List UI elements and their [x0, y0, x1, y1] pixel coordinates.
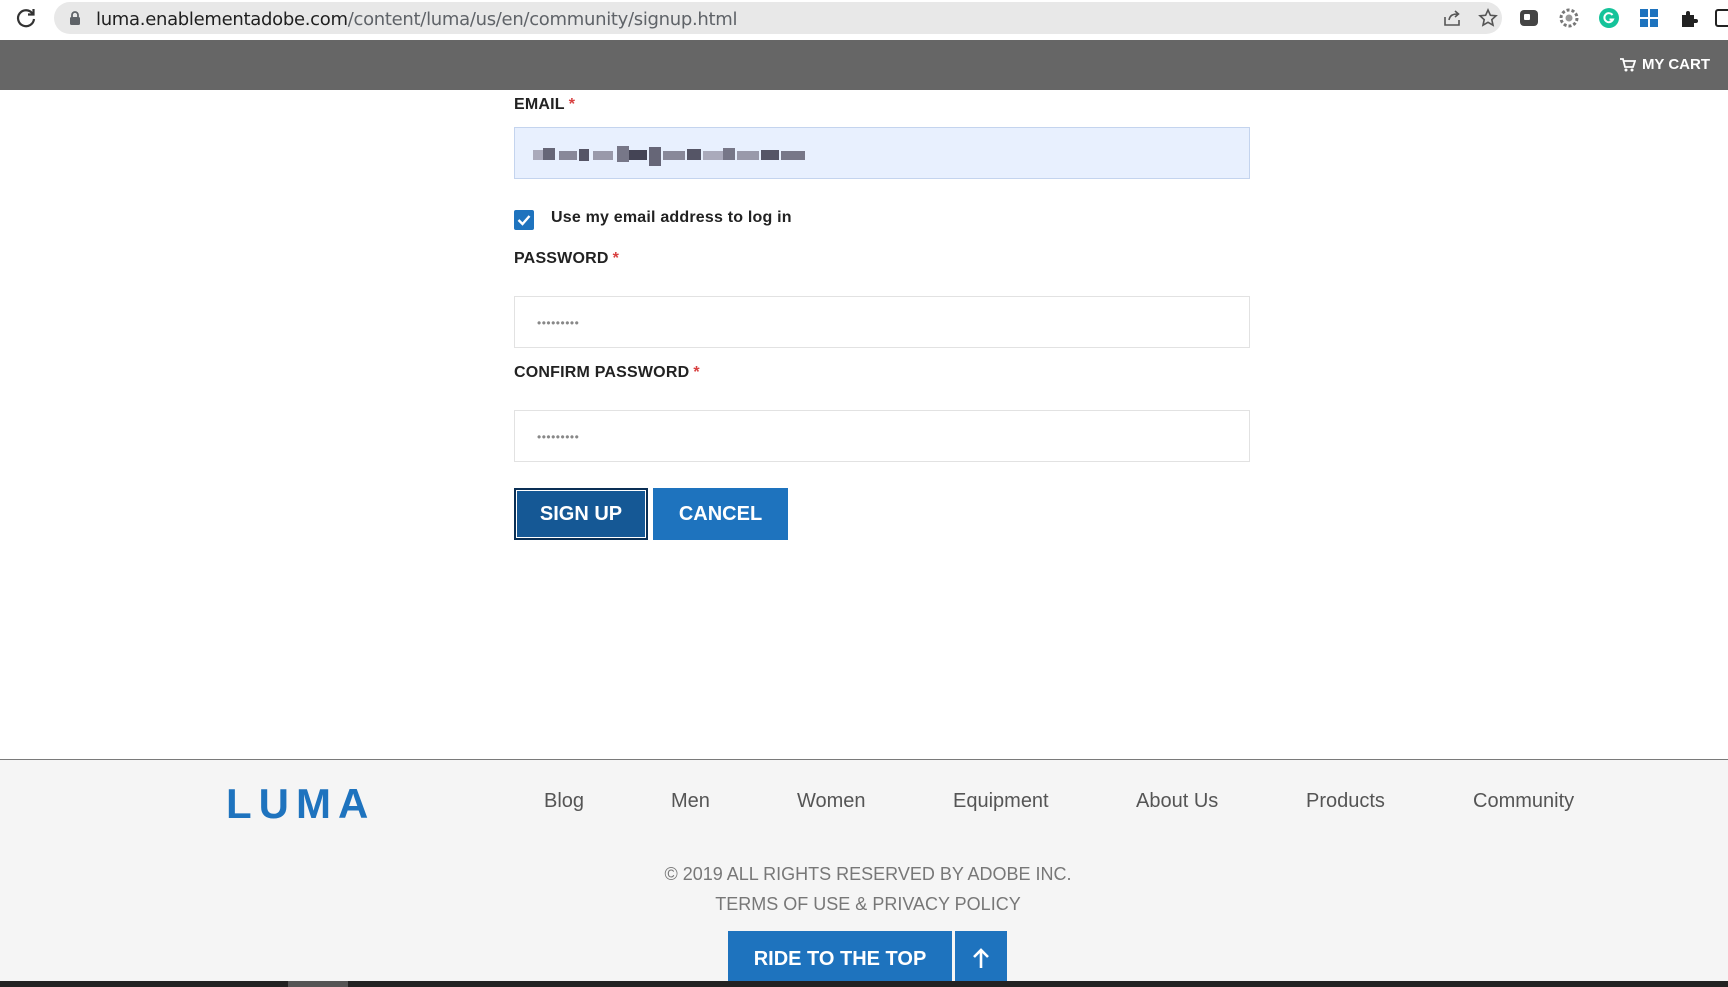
confirm-password-label: CONFIRM PASSWORD * [514, 364, 700, 382]
share-icon[interactable] [1442, 8, 1462, 28]
confirm-password-field[interactable]: ••••••••• [514, 410, 1250, 462]
required-marker: * [568, 96, 576, 113]
site-footer: LUMA Blog Men Women Equipment About Us P… [0, 759, 1728, 987]
copyright-text: © 2019 ALL RIGHTS RESERVED BY ADOBE INC. [664, 864, 1072, 884]
sidebar-icon[interactable] [1714, 7, 1728, 29]
footer-link-blog[interactable]: Blog [544, 790, 584, 813]
extension-icon[interactable] [1518, 7, 1540, 29]
footer-link-community[interactable]: Community [1473, 790, 1574, 813]
password-label: PASSWORD * [514, 250, 619, 268]
arrow-up-icon [973, 948, 989, 968]
email-label-text: EMAIL [514, 96, 565, 113]
password-field[interactable]: ••••••••• [514, 296, 1250, 348]
email-label: EMAIL * [514, 96, 575, 114]
grammarly-icon[interactable] [1598, 7, 1620, 29]
lock-icon[interactable] [68, 11, 82, 25]
luma-logo[interactable]: LUMA [226, 780, 375, 828]
address-bar[interactable]: luma.enablementadobe.com/content/luma/us… [54, 2, 1502, 34]
windows-grid-icon[interactable] [1638, 7, 1660, 29]
confirm-password-label-text: CONFIRM PASSWORD [514, 364, 690, 381]
password-value: ••••••••• [537, 316, 580, 330]
terms-privacy-link[interactable]: TERMS OF USE & PRIVACY POLICY [0, 894, 1728, 915]
use-email-checkbox[interactable] [514, 210, 534, 230]
gear-icon[interactable] [1558, 7, 1580, 29]
footer-link-men[interactable]: Men [671, 790, 710, 813]
site-header: MY CART [0, 40, 1728, 90]
url-path: /content/luma/us/en/community/signup.htm… [347, 9, 738, 30]
cart-label: MY CART [1641, 56, 1710, 73]
email-field[interactable] [514, 127, 1250, 179]
password-label-text: PASSWORD [514, 250, 609, 267]
my-cart-link[interactable]: MY CART [1619, 56, 1710, 73]
ride-to-top-button[interactable]: RIDE TO THE TOP [728, 931, 952, 987]
footer-link-equipment[interactable]: Equipment [953, 790, 1049, 813]
use-email-label[interactable]: Use my email address to log in [551, 209, 792, 227]
confirm-password-value: ••••••••• [537, 430, 580, 444]
horizontal-scrollbar[interactable] [0, 981, 1728, 987]
cart-icon [1619, 57, 1636, 71]
cancel-button[interactable]: CANCEL [653, 488, 788, 540]
required-marker: * [612, 250, 620, 267]
sign-up-button[interactable]: SIGN UP [514, 488, 648, 540]
required-marker: * [693, 364, 700, 381]
footer-link-products[interactable]: Products [1306, 790, 1385, 813]
scrollbar-thumb[interactable] [288, 981, 348, 987]
puzzle-icon[interactable] [1678, 7, 1700, 29]
url-text[interactable]: luma.enablementadobe.com/content/luma/us… [96, 9, 738, 30]
footer-link-women[interactable]: Women [797, 790, 866, 813]
ride-to-top-arrow-button[interactable] [955, 931, 1007, 987]
url-host: luma.enablementadobe.com [96, 9, 348, 30]
reload-icon[interactable] [14, 6, 38, 30]
redacted-email-value [533, 146, 805, 166]
checkmark-icon [517, 215, 531, 226]
browser-toolbar: luma.enablementadobe.com/content/luma/us… [0, 0, 1728, 40]
footer-link-about-us[interactable]: About Us [1136, 790, 1218, 813]
star-icon[interactable] [1478, 8, 1498, 28]
